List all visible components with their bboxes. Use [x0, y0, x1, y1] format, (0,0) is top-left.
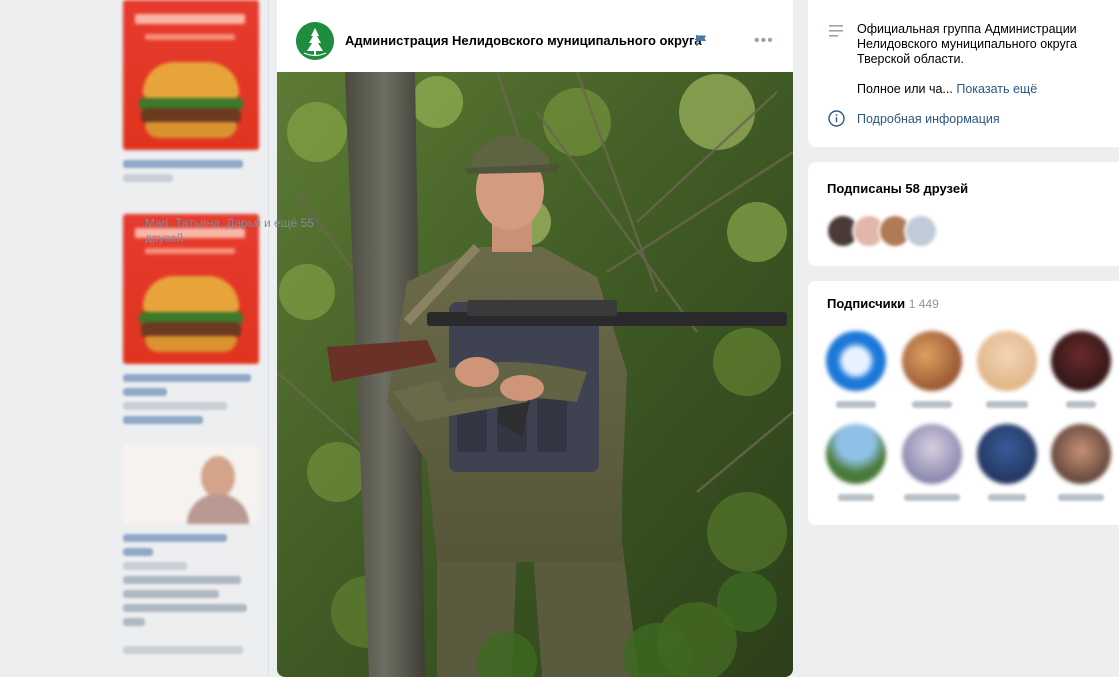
subscriber-avatar[interactable]: [902, 424, 962, 484]
flag-icon[interactable]: [695, 34, 707, 46]
subscriber-avatar[interactable]: [902, 331, 962, 391]
subscriber-avatar[interactable]: [1051, 424, 1111, 484]
post-photo[interactable]: [277, 72, 793, 677]
ad-link-blurred[interactable]: [123, 416, 203, 424]
subscribers-label: Подписчики: [827, 296, 906, 311]
ad-image-burger[interactable]: [123, 0, 259, 150]
subscriber-name-blurred[interactable]: [986, 401, 1028, 408]
friends-names[interactable]: Mari, Татьяна, Дарья и ещё 55 друзей: [145, 216, 315, 246]
column-divider: [268, 0, 269, 677]
friends-subscribed-card[interactable]: Подписаны 58 друзей: [808, 162, 1119, 266]
subscriber-avatar[interactable]: [826, 331, 886, 391]
ad-desc-blurred-3: [123, 604, 247, 612]
post-photo-image: [277, 72, 793, 677]
ad-desc-blurred-2: [123, 590, 219, 598]
subscriber-name-blurred[interactable]: [1066, 401, 1096, 408]
ad-card-3[interactable]: [123, 444, 259, 654]
subscriber-name-blurred[interactable]: [838, 494, 874, 501]
ad-title-blurred[interactable]: [123, 160, 243, 168]
details-link[interactable]: Подробная информация: [857, 112, 1000, 126]
community-description: Официальная группа Администрации Нелидов…: [857, 22, 1077, 66]
subscriber-name-blurred[interactable]: [912, 401, 952, 408]
ad-desc-blurred: [123, 576, 241, 584]
ad-meta-blurred: [123, 562, 187, 570]
tree-emblem-icon: [296, 22, 334, 60]
ad-footer-blurred: [123, 646, 243, 654]
lines-icon: [829, 25, 843, 37]
ad-title-blurred-2: [123, 548, 153, 556]
subscriber-name-blurred[interactable]: [836, 401, 876, 408]
wall-post: Администрация Нелидовского муниципальног…: [277, 0, 793, 677]
ad-image-person[interactable]: [123, 444, 259, 524]
show-more-link[interactable]: Показать ещё: [956, 82, 1037, 96]
post-author-name[interactable]: Администрация Нелидовского муниципальног…: [345, 33, 702, 48]
subscriber-name-blurred[interactable]: [904, 494, 960, 501]
info-icon: [828, 110, 845, 127]
ad-title-blurred[interactable]: [123, 374, 251, 382]
community-avatar[interactable]: [296, 22, 334, 60]
subscriber-name-blurred[interactable]: [1058, 494, 1104, 501]
community-about-card: Официальная группа Администрации Нелидов…: [808, 0, 1119, 147]
ad-title-blurred[interactable]: [123, 534, 227, 542]
left-sidebar-ads: [113, 0, 269, 677]
post-header: Администрация Нелидовского муниципальног…: [277, 0, 793, 72]
friend-avatar[interactable]: [904, 214, 938, 248]
ad-title-blurred-2: [123, 388, 167, 396]
subscriber-avatar[interactable]: [977, 331, 1037, 391]
ad-meta-blurred: [123, 402, 227, 410]
ad-desc-blurred-4: [123, 618, 145, 626]
subscriber-name-blurred[interactable]: [988, 494, 1026, 501]
subscriber-avatar[interactable]: [1051, 331, 1111, 391]
more-dots-icon[interactable]: •••: [754, 33, 773, 49]
ad-meta-blurred: [123, 174, 173, 182]
description-truncated: Полное или ча...: [857, 82, 953, 96]
subscribers-title[interactable]: Подписчики 1 449: [827, 296, 939, 311]
subscribers-count: 1 449: [908, 297, 939, 311]
subscriber-avatar[interactable]: [826, 424, 886, 484]
friends-title[interactable]: Подписаны 58 друзей: [827, 181, 968, 196]
subscriber-avatar[interactable]: [977, 424, 1037, 484]
description-preview: Полное или ча... Показать ещё: [857, 82, 1037, 96]
ad-card-1[interactable]: [123, 0, 259, 182]
